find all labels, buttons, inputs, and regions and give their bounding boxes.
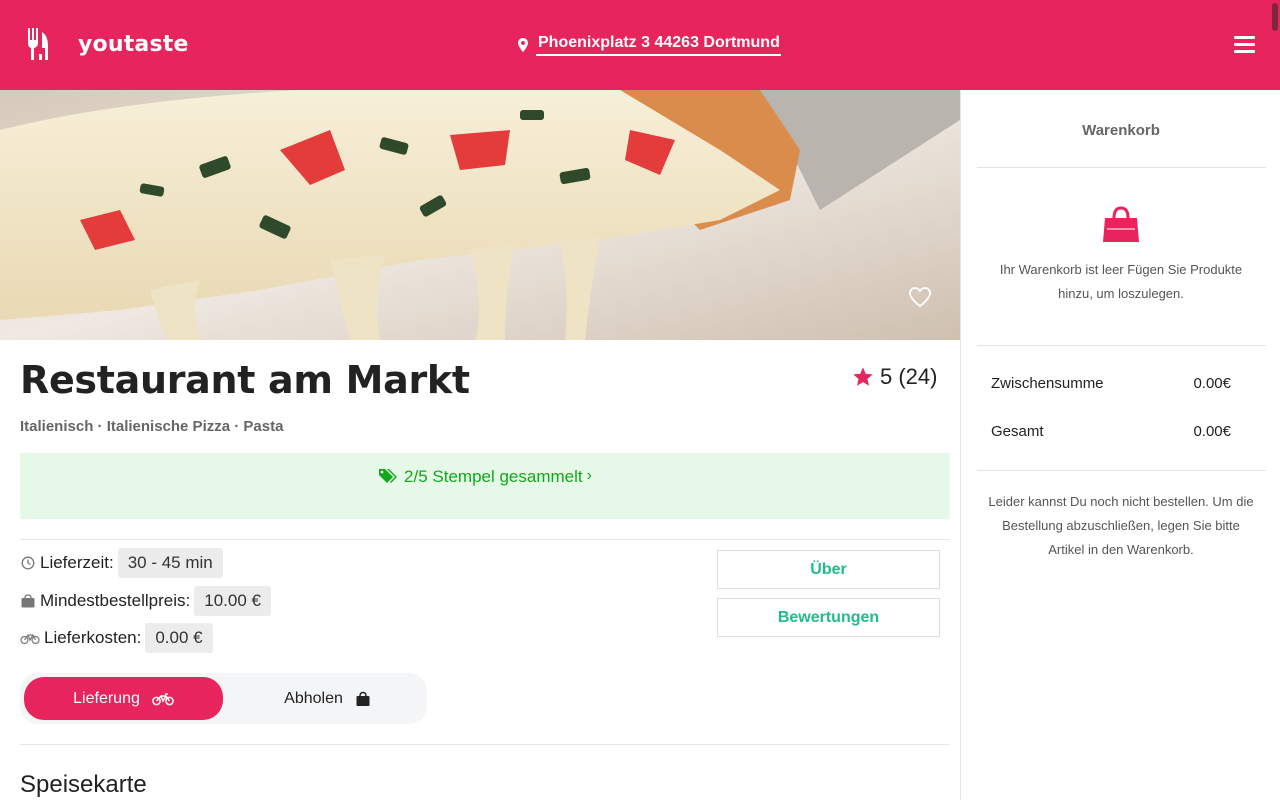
stamps-banner[interactable]: 2/5 Stempel gesammelt › xyxy=(20,453,950,519)
map-pin-icon xyxy=(518,38,528,52)
cart-sidebar: Warenkorb Ihr Warenkorb ist leer Fügen S… xyxy=(960,90,1280,800)
tags-icon xyxy=(379,469,398,483)
divider xyxy=(977,470,1266,471)
pickup-option-label: Abholen xyxy=(284,689,343,707)
restaurant-hero-image xyxy=(0,90,960,340)
clock-icon xyxy=(21,556,35,570)
delivery-option-label: Lieferung xyxy=(73,689,140,707)
shopping-bag-icon xyxy=(21,594,35,608)
stamps-label: 2/5 Stempel gesammelt xyxy=(404,467,583,486)
shopping-bag-icon xyxy=(1103,206,1139,242)
address-text: Phoenixplatz 3 44263 Dortmund xyxy=(536,34,781,56)
fork-logo-icon xyxy=(28,28,48,60)
min-order-row: Mindestbestellpreis: 10.00 € xyxy=(20,586,271,616)
cuisine-tags: Italienisch · Italienische Pizza · Pasta xyxy=(20,418,284,435)
total-row: Gesamt 0.00€ xyxy=(991,423,1231,440)
logo-text: youtaste xyxy=(78,31,189,57)
reviews-button[interactable]: Bewertungen xyxy=(717,598,940,637)
heart-outline-icon[interactable] xyxy=(908,286,932,308)
hamburger-menu-icon[interactable] xyxy=(1234,36,1255,54)
chevron-right-icon: › xyxy=(586,467,592,484)
cart-note: Leider kannst Du noch nicht bestellen. U… xyxy=(988,494,1254,557)
delivery-address[interactable]: Phoenixplatz 3 44263 Dortmund xyxy=(518,34,781,56)
star-icon xyxy=(853,367,873,386)
delivery-time-row: Lieferzeit: 30 - 45 min xyxy=(20,548,223,578)
delivery-time-label: Lieferzeit: xyxy=(40,553,114,572)
bicycle-icon xyxy=(20,634,40,645)
min-order-label: Mindestbestellpreis: xyxy=(40,591,191,610)
subtotal-label: Zwischensumme xyxy=(991,375,1104,392)
total-value: 0.00€ xyxy=(1193,423,1231,440)
about-button[interactable]: Über xyxy=(717,550,940,589)
shopping-bag-icon xyxy=(356,691,370,706)
delivery-time-value: 30 - 45 min xyxy=(117,548,223,578)
top-header: youtaste Phoenixplatz 3 44263 Dortmund xyxy=(0,0,1280,90)
divider xyxy=(977,167,1266,168)
motorbike-icon xyxy=(152,692,174,705)
menu-section-title: Speisekarte xyxy=(20,771,147,798)
divider xyxy=(20,539,950,540)
delivery-cost-row: Lieferkosten: 0.00 € xyxy=(20,623,213,653)
logo[interactable]: youtaste xyxy=(26,26,189,62)
delivery-cost-label: Lieferkosten: xyxy=(44,628,142,647)
subtotal-value: 0.00€ xyxy=(1193,375,1231,392)
divider xyxy=(977,345,1266,346)
min-order-value: 10.00 € xyxy=(194,586,271,616)
delivery-option[interactable]: Lieferung xyxy=(24,677,223,720)
delivery-cost-value: 0.00 € xyxy=(145,623,213,653)
restaurant-name: Restaurant am Markt xyxy=(20,358,470,402)
order-mode-toggle: Lieferung Abholen xyxy=(20,673,427,724)
scrollbar-thumb[interactable] xyxy=(1272,3,1278,31)
divider xyxy=(20,744,950,745)
cart-empty-message: Ihr Warenkorb ist leer Fügen Sie Produkt… xyxy=(999,262,1243,301)
cart-title: Warenkorb xyxy=(1082,122,1160,139)
subtotal-row: Zwischensumme 0.00€ xyxy=(991,375,1231,392)
total-label: Gesamt xyxy=(991,423,1044,440)
pickup-option[interactable]: Abholen xyxy=(228,677,427,720)
rating[interactable]: 5 (24) xyxy=(852,364,937,390)
rating-value: 5 (24) xyxy=(880,364,938,389)
